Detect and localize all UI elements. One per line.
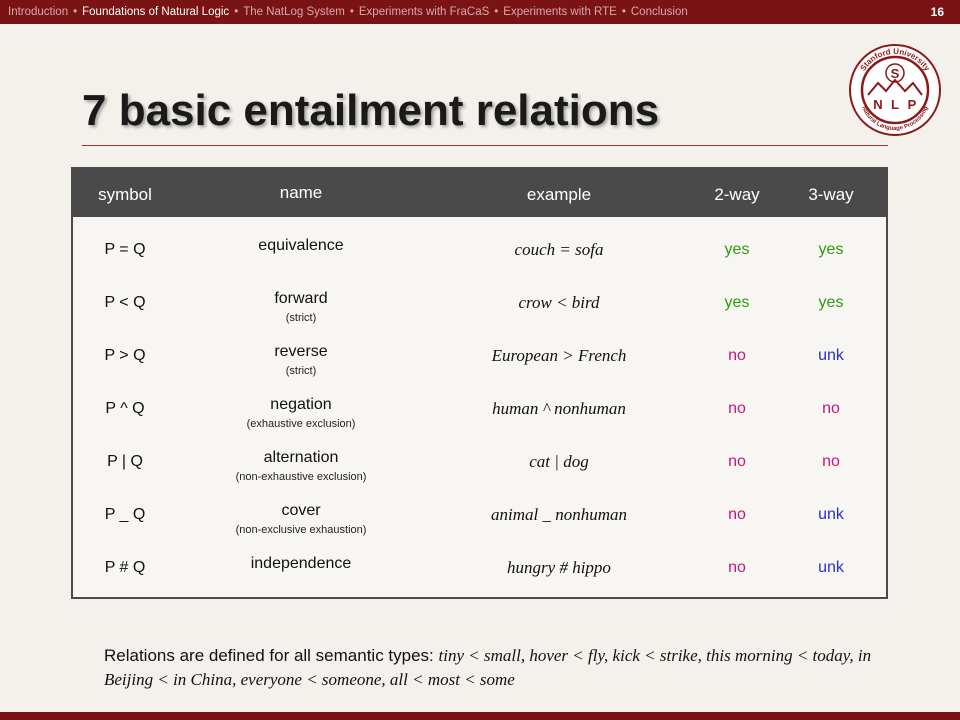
cell-2-way: no — [728, 347, 746, 364]
cell-2-way: no — [728, 400, 746, 417]
cell-symbol: P = Q — [104, 241, 146, 258]
table-row: P < Q forward (strict) crow < bird yes ye… — [73, 290, 886, 342]
nav-item-rte[interactable]: Experiments with RTE — [503, 6, 617, 18]
relation-name: reverse — [274, 343, 328, 360]
logo-letter-n: N — [873, 97, 882, 112]
cell-symbol: P > Q — [104, 347, 146, 364]
nav-item-foundations[interactable]: Foundations of Natural Logic — [82, 6, 229, 18]
header-2-way: 2-way — [714, 185, 760, 204]
cell-symbol: P # Q — [104, 559, 146, 576]
cell-symbol: P ^ Q — [105, 400, 145, 417]
cell-name: forward (strict) — [193, 290, 409, 324]
relation-name: alternation — [263, 449, 339, 466]
cell-3-way: unk — [818, 347, 844, 364]
footer-lead: Relations are defined for all semantic t… — [104, 646, 439, 665]
header-name: name — [279, 183, 323, 202]
table-row: P ^ Q negation (exhaustive exclusion) hum… — [73, 396, 886, 448]
cell-3-way: yes — [818, 294, 844, 311]
table-row: P = Q equivalence couch = sofa yes yes — [73, 237, 886, 289]
header-example: example — [526, 185, 592, 204]
cell-3-way: no — [822, 400, 840, 417]
bottom-bar — [0, 712, 960, 720]
cell-name: equivalence — [193, 237, 409, 255]
cell-example: hungry # hippo — [507, 558, 611, 577]
relation-name: independence — [250, 555, 352, 572]
table-row: P # Q independence hungry # hippo no unk — [73, 555, 886, 607]
nav-item-fracas[interactable]: Experiments with FraCaS — [359, 6, 489, 18]
relation-name: equivalence — [258, 237, 344, 254]
nav-separator: • — [73, 6, 78, 18]
nav-item-introduction[interactable]: Introduction — [8, 6, 68, 18]
nav-separator: • — [349, 6, 354, 18]
cell-name: cover (non-exclusive exhaustion) — [193, 502, 409, 536]
nav-separator: • — [234, 6, 239, 18]
cell-3-way: no — [822, 453, 840, 470]
header-symbol: symbol — [98, 185, 152, 204]
cell-3-way: unk — [818, 559, 844, 576]
cell-example: crow < bird — [518, 293, 600, 312]
table-header: symbol name example 2-way 3-way — [73, 169, 886, 217]
cell-2-way: yes — [724, 241, 750, 258]
cell-name: alternation (non-exhaustive exclusion) — [193, 449, 409, 483]
nav-separator: • — [621, 6, 626, 18]
cell-2-way: no — [728, 559, 746, 576]
table-row: P _ Q cover (non-exclusive exhaustion) an… — [73, 502, 886, 554]
cell-3-way: yes — [818, 241, 844, 258]
table-row: P > Q reverse (strict) European > French … — [73, 343, 886, 395]
nav-separator: • — [494, 6, 499, 18]
cell-symbol: P | Q — [107, 453, 143, 470]
relation-description: (exhaustive exclusion) — [246, 418, 356, 430]
cell-2-way: no — [728, 506, 746, 523]
cell-example: European > French — [491, 346, 627, 365]
relation-description: (non-exhaustive exclusion) — [235, 471, 367, 483]
relation-description: (strict) — [285, 312, 317, 324]
page-number: 16 — [930, 5, 944, 19]
title-underline — [82, 145, 888, 146]
relations-table: symbol name example 2-way 3-way P = Q eq… — [71, 167, 888, 599]
logo-letter-l: L — [891, 97, 899, 112]
cell-2-way: no — [728, 453, 746, 470]
cell-3-way: unk — [818, 506, 844, 523]
table-row: P | Q alternation (non-exhaustive exclusi… — [73, 449, 886, 501]
logo-letter-p: P — [908, 97, 917, 112]
cell-name: reverse (strict) — [193, 343, 409, 377]
relation-description: (non-exclusive exhaustion) — [235, 524, 367, 536]
cell-example: couch = sofa — [514, 240, 604, 259]
cell-example: human ^ nonhuman — [492, 399, 626, 418]
cell-symbol: P < Q — [104, 294, 146, 311]
top-nav-bar: Introduction • Foundations of Natural Logi… — [0, 0, 960, 24]
cell-name: negation (exhaustive exclusion) — [193, 396, 409, 430]
nav-item-natlog-system[interactable]: The NatLog System — [243, 6, 345, 18]
relation-name: negation — [270, 396, 332, 413]
cell-example: cat | dog — [529, 452, 589, 471]
relation-description: (strict) — [285, 365, 317, 377]
cell-2-way: yes — [724, 294, 750, 311]
relation-name: forward — [274, 290, 328, 307]
stanford-nlp-logo: Stanford University Natural Language Pro… — [849, 44, 941, 136]
relation-name: cover — [281, 502, 321, 519]
cell-example: animal _ nonhuman — [491, 505, 627, 524]
nav-item-conclusion[interactable]: Conclusion — [631, 6, 688, 18]
nav-breadcrumb: Introduction • Foundations of Natural Logi… — [8, 6, 908, 19]
slide-title: 7 basic entailment relations — [82, 86, 660, 135]
cell-symbol: P _ Q — [104, 506, 146, 523]
header-3-way: 3-way — [808, 185, 854, 204]
cell-name: independence — [193, 555, 409, 573]
footer-note: Relations are defined for all semantic t… — [104, 644, 894, 692]
